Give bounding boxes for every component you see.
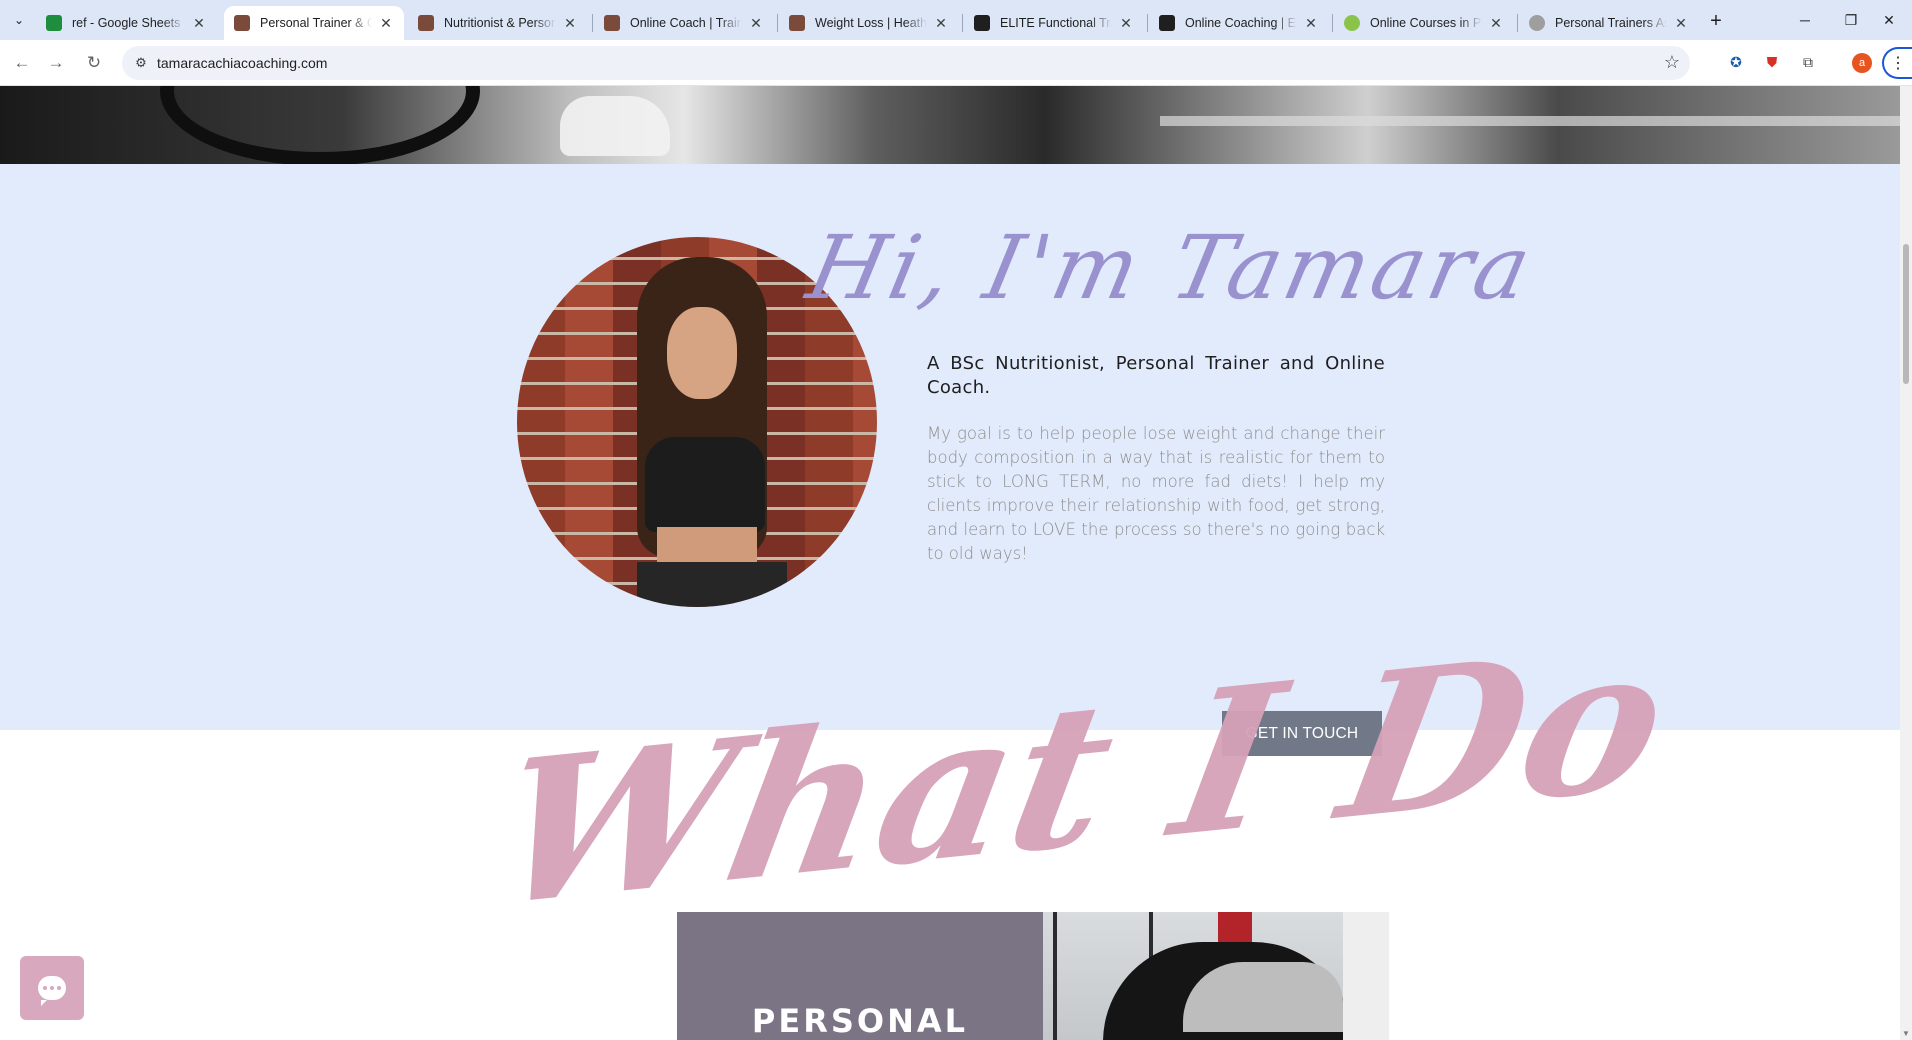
photo-wall [1343,912,1389,1040]
tab-title: Online Coach | Trainer [630,16,742,30]
about-subtitle: A BSc Nutritionist, Personal Trainer and… [927,353,1385,398]
tab-title: Nutritionist & Personal [444,16,556,30]
chat-bubble-icon [38,976,66,1006]
about-bio: My goal is to help people lose weight an… [927,424,1385,563]
window-close-icon[interactable]: ✕ [1866,0,1912,40]
tab-search-chevron-icon[interactable]: ⌄ [8,9,30,31]
chat-widget-button[interactable] [20,956,84,1020]
tab-title: Personal Trainers Association [1555,16,1667,30]
tab-google-sheets[interactable]: ref - Google Sheets ✕ [36,6,217,40]
tab-separator [1147,14,1148,32]
site-favicon-icon [789,15,805,31]
scroll-down-arrow-icon[interactable]: ▼ [1902,1029,1910,1038]
tab-online-courses[interactable]: Online Courses in Personal ✕ [1334,6,1514,40]
tab-title: Online Coaching | Elite [1185,16,1297,30]
portrait-midriff [657,527,757,567]
tab-nutritionist[interactable]: Nutritionist & Personal ✕ [408,6,588,40]
site-info-icon[interactable]: ⚙ [132,54,150,72]
site-favicon-icon [234,15,250,31]
profile-avatar[interactable]: a [1852,53,1872,73]
url-text[interactable]: tamaracachiacoaching.com [157,55,327,71]
hero-gym-photo [0,86,1900,166]
about-heading: Hi, I'm Tamara [799,216,1544,319]
tab-online-coaching-elite[interactable]: Online Coaching | Elite ✕ [1149,6,1329,40]
tab-title: Personal Trainer & Online [260,16,372,30]
page-viewport: Hi, I'm Tamara A BSc Nutritionist, Perso… [0,86,1900,1040]
tab-online-coach[interactable]: Online Coach | Trainer ✕ [594,6,774,40]
tab-title: ELITE Functional Training [1000,16,1112,30]
back-arrow-icon[interactable]: ← [8,49,36,77]
gauge-favicon-icon [1529,15,1545,31]
portrait-face [667,307,737,399]
reload-icon[interactable]: ↻ [80,49,108,77]
chat-dot [43,986,47,990]
tab-title: Weight Loss | Heathy [815,16,927,30]
new-tab-plus-icon[interactable]: + [1703,8,1729,34]
tab-title: Online Courses in Personal [1370,16,1482,30]
service-card-title: PERSONAL [751,1002,969,1040]
address-bar[interactable]: ⚙ tamaracachiacoaching.com ☆ [122,46,1690,80]
close-icon[interactable]: ✕ [933,15,949,31]
tab-separator [1517,14,1518,32]
barbell-shape [1160,116,1900,126]
extensions-puzzle-icon[interactable]: ⧉ [1797,51,1819,73]
browser-menu-icon[interactable]: ⋮ [1882,47,1912,79]
photo-shirt [1183,962,1343,1032]
tab-title: ref - Google Sheets [72,16,181,30]
extension-shield-icon[interactable]: ⛊ [1761,51,1783,73]
chat-dot [50,986,54,990]
browser-toolbar: ← → ↻ ⚙ tamaracachiacoaching.com ☆ ✪ ⛊ ⧉… [0,40,1912,86]
green-circle-favicon-icon [1344,15,1360,31]
close-icon[interactable]: ✕ [1488,15,1504,31]
extension-blue-icon[interactable]: ✪ [1725,51,1747,73]
tab-personal-trainer[interactable]: Personal Trainer & Online ✕ [224,6,404,40]
site-favicon-icon [604,15,620,31]
tab-personal-trainers-association[interactable]: Personal Trainers Association ✕ [1519,6,1699,40]
tab-separator [592,14,593,32]
close-icon[interactable]: ✕ [191,15,207,31]
tab-strip: ⌄ ref - Google Sheets ✕ Personal Trainer… [0,0,1912,40]
close-icon[interactable]: ✕ [562,15,578,31]
elite-favicon-icon [974,15,990,31]
close-icon[interactable]: ✕ [1118,15,1134,31]
portrait-top [645,437,765,532]
scrollbar-thumb[interactable] [1903,244,1909,384]
tab-separator [777,14,778,32]
weight-plate-shape [160,86,480,166]
tab-separator [1332,14,1333,32]
close-icon[interactable]: ✕ [748,15,764,31]
close-icon[interactable]: ✕ [1303,15,1319,31]
portrait-shorts [637,562,787,607]
google-sheets-icon [46,15,62,31]
tab-elite-functional[interactable]: ELITE Functional Training ✕ [964,6,1144,40]
sneaker-shape [560,96,670,156]
bookmark-star-icon[interactable]: ☆ [1664,52,1680,73]
close-icon[interactable]: ✕ [378,15,394,31]
tab-weight-loss[interactable]: Weight Loss | Heathy ✕ [779,6,959,40]
chat-dot [57,986,61,990]
forward-arrow-icon[interactable]: → [42,49,70,77]
elite-favicon-icon [1159,15,1175,31]
tab-separator [962,14,963,32]
minimize-icon[interactable]: ─ [1782,0,1828,40]
service-card-personal[interactable]: PERSONAL [677,912,1043,1040]
close-icon[interactable]: ✕ [1673,15,1689,31]
service-training-photo [1043,912,1389,1040]
page-scrollbar[interactable]: ▼ [1900,86,1912,1040]
site-favicon-icon [418,15,434,31]
